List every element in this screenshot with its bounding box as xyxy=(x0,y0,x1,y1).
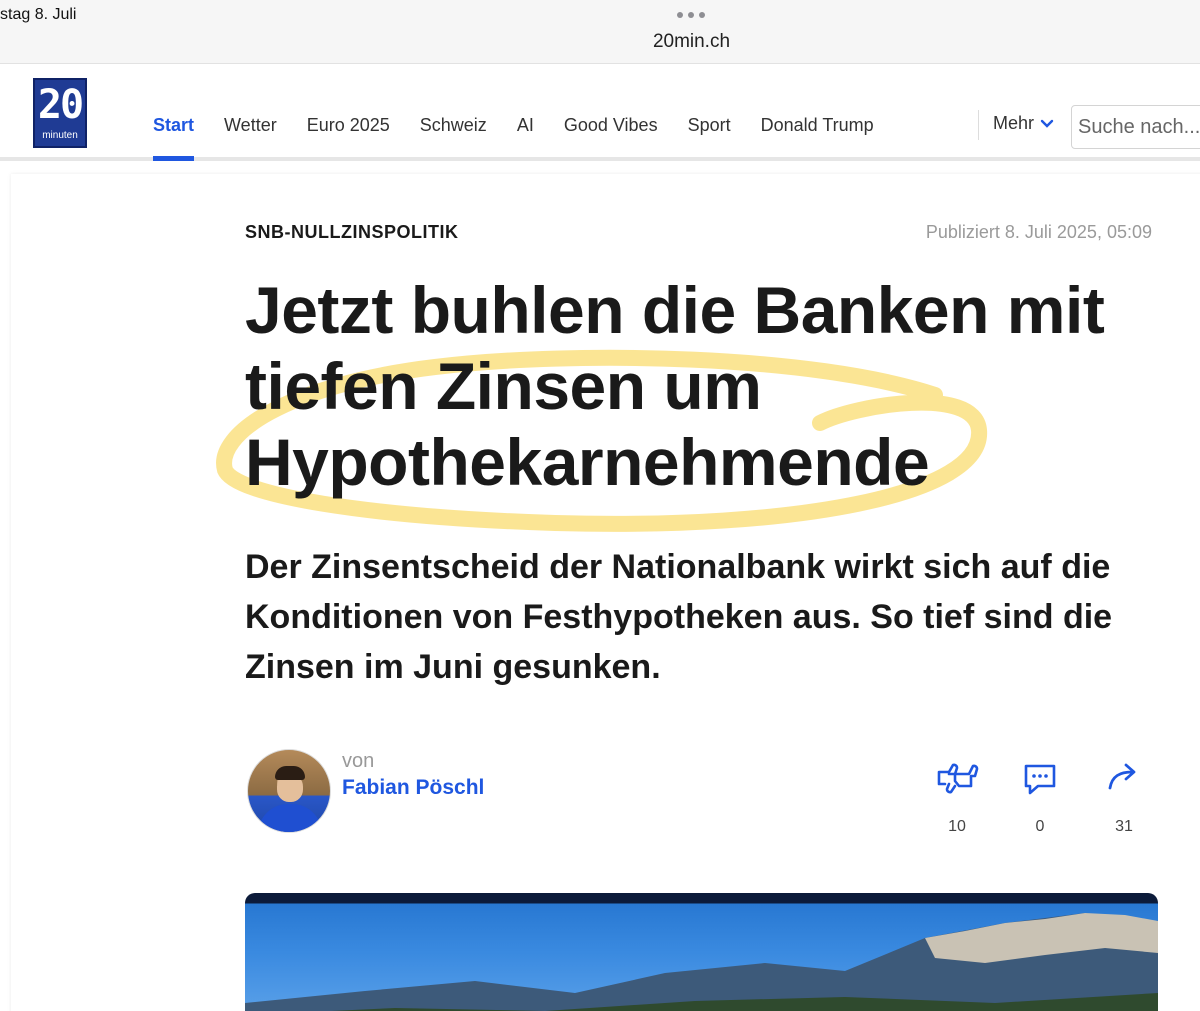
nav-schweiz[interactable]: Schweiz xyxy=(420,65,487,161)
article-lead: Der Zinsentscheid der Nationalbank wirkt… xyxy=(245,548,1113,686)
more-menu-button[interactable]: Mehr xyxy=(993,113,1054,134)
search-input[interactable] xyxy=(1071,105,1200,149)
main-nav: Start Wetter Euro 2025 Schweiz AI Good V… xyxy=(153,65,904,161)
site-logo[interactable]: 20 minuten xyxy=(33,78,87,148)
reactions-button[interactable]: 10 xyxy=(932,762,982,836)
site-header: 20 minuten Start Wetter Euro 2025 Schwei… xyxy=(0,65,1200,161)
logo-name: minuten xyxy=(42,130,78,141)
nav-divider xyxy=(978,110,979,140)
comment-icon xyxy=(1024,764,1056,795)
nav-donald-trump[interactable]: Donald Trump xyxy=(761,65,874,161)
published-date: Publiziert 8. Juli 2025, 05:09 xyxy=(925,222,1152,242)
nav-wetter[interactable]: Wetter xyxy=(224,65,277,161)
chevron-down-icon xyxy=(1040,119,1054,128)
nav-start[interactable]: Start xyxy=(153,65,195,161)
reactions-count: 10 xyxy=(948,818,966,835)
more-menu-label: Mehr xyxy=(993,113,1035,133)
address-bar-url[interactable]: 20min.ch xyxy=(0,31,1200,53)
author-avatar[interactable] xyxy=(247,749,331,833)
shares-count: 31 xyxy=(1115,818,1133,835)
more-dots-icon[interactable] xyxy=(677,12,705,18)
byline-prefix: von xyxy=(342,750,375,772)
share-button[interactable]: 31 xyxy=(1099,762,1149,836)
comments-count: 0 xyxy=(1035,818,1045,835)
nav-euro-2025[interactable]: Euro 2025 xyxy=(307,65,390,161)
share-arrow-icon xyxy=(1108,763,1136,790)
article-kicker: SNB-NULLZINSPOLITIK xyxy=(245,222,459,242)
article-headline: Jetzt buhlen die Banken mit tiefen Zinse… xyxy=(245,273,1105,499)
nav-ai[interactable]: AI xyxy=(517,65,534,161)
author-name-link[interactable]: Fabian Pöschl xyxy=(342,776,484,800)
browser-status-bar: stag 8. Juli 20min.ch xyxy=(0,0,1200,64)
nav-sport[interactable]: Sport xyxy=(688,65,731,161)
status-date: stag 8. Juli xyxy=(0,6,77,23)
comments-button[interactable]: 0 xyxy=(1015,762,1065,836)
hero-image[interactable] xyxy=(245,893,1158,1011)
mountain-landscape-image xyxy=(245,913,1158,1011)
thumbs-up-down-icon xyxy=(937,763,979,794)
logo-number: 20 xyxy=(37,82,84,128)
nav-good-vibes[interactable]: Good Vibes xyxy=(564,65,658,161)
